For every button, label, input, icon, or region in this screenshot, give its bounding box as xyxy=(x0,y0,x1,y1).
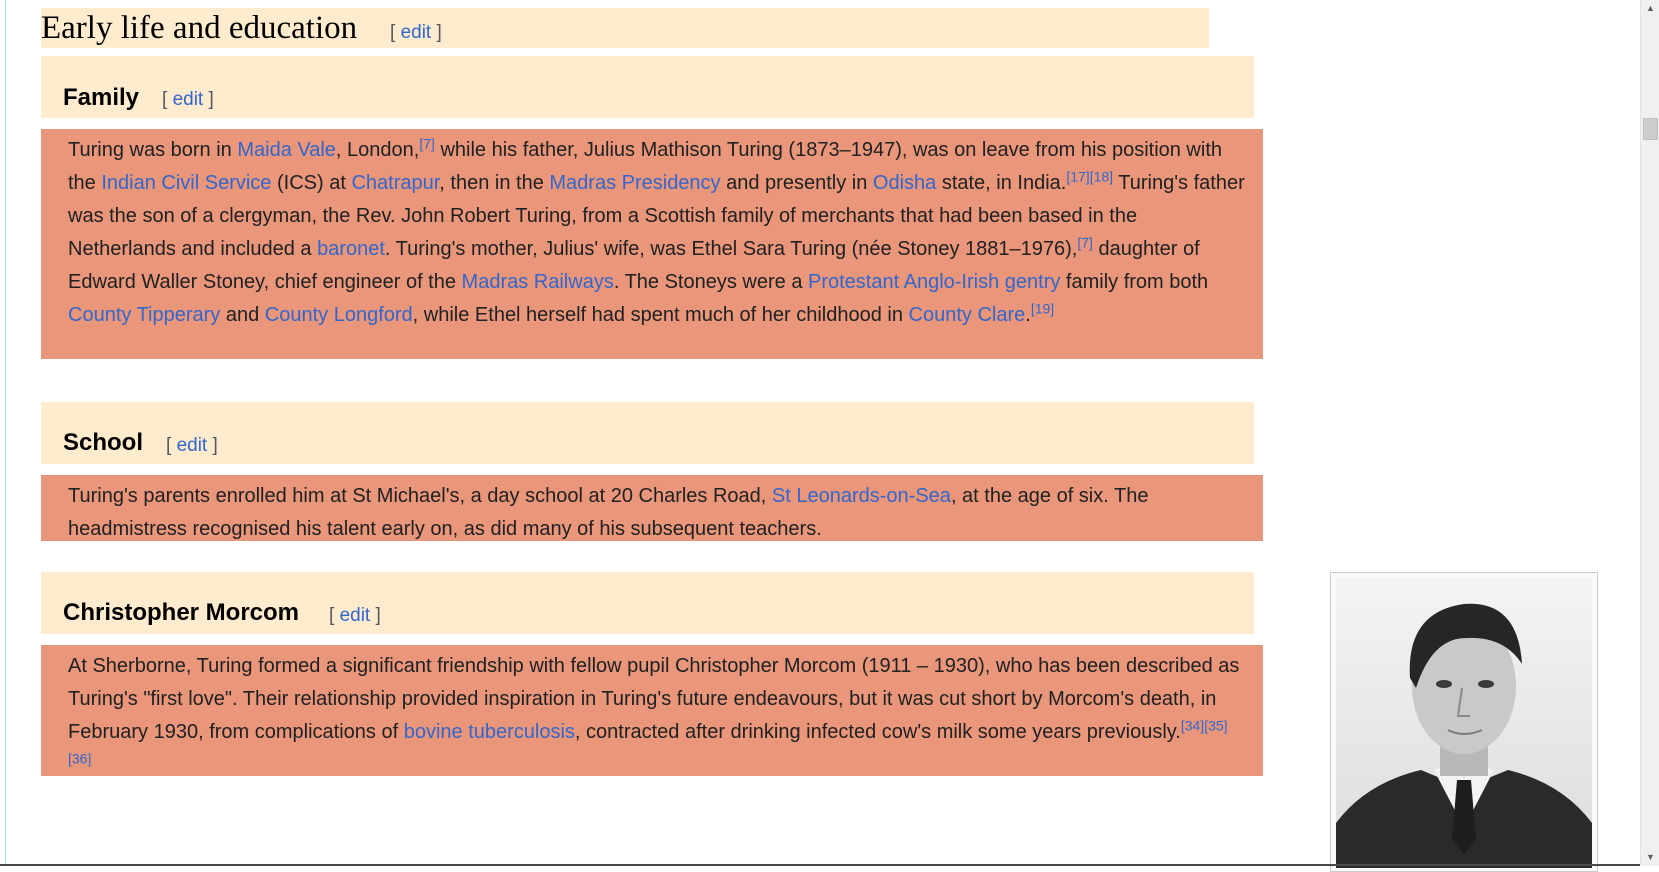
text: , while Ethel herself had spent much of … xyxy=(412,304,909,326)
link-county-clare[interactable]: County Clare xyxy=(909,304,1026,326)
scroll-up-arrow-icon[interactable]: ▲ xyxy=(1641,0,1659,17)
school-edit-link: [ edit ] xyxy=(166,435,218,457)
paragraph-school: Turing's parents enrolled him at St Mich… xyxy=(41,475,1263,541)
edit-bracket-open: [ xyxy=(390,22,401,43)
link-maida-vale[interactable]: Maida Vale xyxy=(237,139,336,161)
link-madras-railways[interactable]: Madras Railways xyxy=(462,271,614,293)
portrait-thumbnail[interactable] xyxy=(1330,572,1598,872)
edit-link[interactable]: edit xyxy=(177,435,208,456)
section-heading-early-life: Early life and education [ edit ] xyxy=(41,8,1209,48)
link-county-longford[interactable]: County Longford xyxy=(265,304,413,326)
morcom-edit-link: [ edit ] xyxy=(329,605,381,627)
citation-link[interactable]: [18] xyxy=(1090,168,1113,184)
link-chatrapur[interactable]: Chatrapur xyxy=(351,172,439,194)
citation-link[interactable]: [34] xyxy=(1181,717,1204,733)
text: . Turing's mother, Julius' wife, was Eth… xyxy=(384,238,1078,260)
link-baronet[interactable]: baronet xyxy=(317,238,385,260)
scroll-thumb[interactable] xyxy=(1643,118,1658,140)
portrait-image xyxy=(1336,578,1592,868)
edit-bracket-close: ] xyxy=(370,605,381,626)
subsection-title-school: School xyxy=(63,429,144,456)
link-protestant-anglo-irish-gentry[interactable]: Protestant Anglo-Irish gentry xyxy=(808,271,1060,293)
text: family from both xyxy=(1060,271,1209,293)
citation-link[interactable]: [35] xyxy=(1204,717,1227,733)
subsection-title-family: Family xyxy=(63,84,140,111)
edit-bracket-close: ] xyxy=(431,22,442,43)
citation: [7] xyxy=(419,135,435,151)
subsection-heading-family: Family [ edit ] xyxy=(41,56,1254,118)
edit-bracket-open: [ xyxy=(166,435,177,456)
paragraph-family: Turing was born in Maida Vale, London,[7… xyxy=(41,129,1263,359)
text: . The Stoneys were a xyxy=(613,271,808,293)
edit-bracket-open: [ xyxy=(329,605,340,626)
citation: [7] xyxy=(1077,234,1093,250)
subsection-title-christopher-morcom: Christopher Morcom xyxy=(63,599,300,626)
edit-link[interactable]: edit xyxy=(173,89,204,110)
edit-link[interactable]: edit xyxy=(340,605,371,626)
link-county-tipperary[interactable]: County Tipperary xyxy=(68,304,220,326)
citation-link[interactable]: [7] xyxy=(419,135,435,151)
citation: [17][18] xyxy=(1066,168,1113,184)
text: , then in the xyxy=(439,172,550,194)
citation-link[interactable]: [7] xyxy=(1077,234,1093,250)
text: state, in India. xyxy=(936,172,1067,194)
scroll-down-arrow-icon[interactable]: ▼ xyxy=(1641,849,1659,866)
subsection-heading-school: School [ edit ] xyxy=(41,402,1254,464)
text: and xyxy=(220,304,265,326)
link-indian-civil-service[interactable]: Indian Civil Service xyxy=(101,172,271,194)
text: Turing was born in xyxy=(68,139,238,161)
link-bovine-tuberculosis[interactable]: bovine tuberculosis xyxy=(404,721,575,743)
edit-bracket-close: ] xyxy=(203,89,214,110)
section-title: Early life and education xyxy=(41,10,358,46)
family-edit-link: [ edit ] xyxy=(162,89,214,111)
edit-bracket-close: ] xyxy=(207,435,218,456)
text: , contracted after drinking infected cow… xyxy=(574,721,1181,743)
edit-link[interactable]: edit xyxy=(401,22,432,43)
link-madras-presidency[interactable]: Madras Presidency xyxy=(549,172,720,194)
section-edit-link: [ edit ] xyxy=(390,22,442,44)
citation-link[interactable]: [19] xyxy=(1031,300,1054,316)
vertical-scrollbar[interactable]: ▲ ▼ xyxy=(1640,0,1659,866)
text: and presently in xyxy=(720,172,873,194)
edit-bracket-open: [ xyxy=(162,89,173,110)
link-st-leonards-on-sea[interactable]: St Leonards-on-Sea xyxy=(772,485,951,507)
text: , London, xyxy=(335,139,420,161)
citation-link[interactable]: [36] xyxy=(68,750,91,766)
paragraph-christopher-morcom: At Sherborne, Turing formed a significan… xyxy=(41,645,1263,776)
page-left-border xyxy=(0,0,6,866)
citation-link[interactable]: [17] xyxy=(1066,168,1089,184)
subsection-heading-christopher-morcom: Christopher Morcom [ edit ] xyxy=(41,572,1254,634)
text: (ICS) at xyxy=(271,172,352,194)
link-odisha[interactable]: Odisha xyxy=(873,172,936,194)
citation: [19] xyxy=(1031,300,1054,316)
text: Turing's parents enrolled him at St Mich… xyxy=(68,485,772,507)
